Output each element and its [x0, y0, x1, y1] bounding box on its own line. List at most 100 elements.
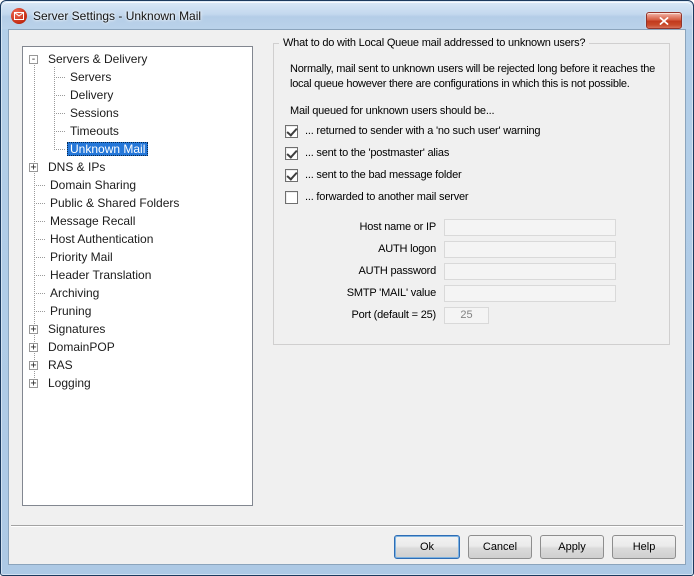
apply-button[interactable]: Apply: [540, 535, 604, 559]
tree-item-label: Pruning: [47, 304, 94, 318]
tree-item-label: Host Authentication: [47, 232, 156, 246]
tree-expander-icon[interactable]: +: [29, 325, 38, 334]
settings-tree: - Servers & Delivery Servers Delivery: [22, 46, 253, 506]
tree-item[interactable]: Pruning: [23, 302, 252, 320]
tree-expander-icon[interactable]: +: [29, 361, 38, 370]
tree-expander-icon[interactable]: -: [29, 55, 38, 64]
field-row: Host name or IP: [284, 216, 616, 238]
tree-item[interactable]: Domain Sharing: [23, 176, 252, 194]
groupbox-title: What to do with Local Queue mail address…: [279, 37, 589, 49]
tree-item[interactable]: Unknown Mail: [23, 140, 252, 158]
tree-item[interactable]: Archiving: [23, 284, 252, 302]
field-row: Port (default = 25): [284, 304, 616, 326]
checkbox[interactable]: [285, 125, 298, 138]
description-text: Normally, mail sent to unknown users wil…: [290, 62, 674, 91]
close-button[interactable]: [646, 12, 682, 29]
window-title: Server Settings - Unknown Mail: [33, 9, 201, 23]
field-row: AUTH logon: [284, 238, 616, 260]
tree-item[interactable]: Header Translation: [23, 266, 252, 284]
field-label: Port (default = 25): [284, 309, 436, 321]
tree-item-label: Logging: [45, 376, 94, 390]
checkbox[interactable]: [285, 147, 298, 160]
field-row: AUTH password: [284, 260, 616, 282]
cancel-button[interactable]: Cancel: [468, 535, 532, 559]
tree-expander-icon[interactable]: +: [29, 379, 38, 388]
ok-button[interactable]: Ok: [394, 535, 460, 559]
title-bar[interactable]: Server Settings - Unknown Mail: [2, 2, 692, 29]
checkbox-row[interactable]: ... sent to the 'postmaster' alias: [285, 142, 540, 164]
port-field[interactable]: [444, 307, 489, 324]
tree-item-label: DomainPOP: [45, 340, 118, 354]
checkbox[interactable]: [285, 191, 298, 204]
tree-item-label: Timeouts: [67, 124, 122, 138]
tree-expander-icon[interactable]: +: [29, 343, 38, 352]
dialog-client-area: - Servers & Delivery Servers Delivery: [8, 29, 686, 565]
tree-connector-stub: [34, 221, 46, 222]
tree-item-label: Servers & Delivery: [45, 52, 150, 66]
checkbox-label: ... forwarded to another mail server: [305, 191, 468, 203]
field-row: SMTP 'MAIL' value: [284, 282, 616, 304]
separator-line: [11, 525, 683, 527]
tree-item[interactable]: Delivery: [23, 86, 252, 104]
tree-item[interactable]: - Servers & Delivery: [23, 50, 252, 68]
help-button[interactable]: Help: [612, 535, 676, 559]
tree-connector-stub: [34, 311, 46, 312]
dialog-buttons: Ok Cancel Apply Help: [394, 535, 676, 559]
auth-logon-field[interactable]: [444, 241, 616, 258]
envelope-icon: [14, 12, 24, 20]
checkbox-label: ... sent to the 'postmaster' alias: [305, 147, 449, 159]
auth-password-field[interactable]: [444, 263, 616, 280]
tree-connector-stub: [34, 275, 46, 276]
mdaemon-mail-icon: [11, 8, 27, 24]
tree-connector-stub: [54, 95, 66, 96]
queued-label: Mail queued for unknown users should be.…: [290, 105, 494, 117]
field-label: AUTH logon: [284, 243, 436, 255]
tree-connector-stub: [54, 113, 66, 114]
tree-item-label: Header Translation: [47, 268, 154, 282]
tree-item-label: Message Recall: [47, 214, 138, 228]
tree-connector-stub: [54, 131, 66, 132]
close-icon: [659, 17, 669, 25]
tree-connector-stub: [54, 149, 66, 150]
tree-item-label: Archiving: [47, 286, 102, 300]
checkbox-label: ... sent to the bad message folder: [305, 169, 461, 181]
tree-item[interactable]: + Logging: [23, 374, 252, 392]
tree-connector-stub: [34, 293, 46, 294]
tree-item[interactable]: Timeouts: [23, 122, 252, 140]
tree-item[interactable]: Servers: [23, 68, 252, 86]
tree-item-label: DNS & IPs: [45, 160, 108, 174]
tree-item-label: Delivery: [67, 88, 116, 102]
tree-item-label: Public & Shared Folders: [47, 196, 182, 210]
tree-item[interactable]: Public & Shared Folders: [23, 194, 252, 212]
checkbox-row[interactable]: ... forwarded to another mail server: [285, 186, 540, 208]
tree-item-label: RAS: [45, 358, 76, 372]
forward-server-fields: Host name or IP AUTH logon AUTH password…: [284, 216, 616, 326]
tree-item[interactable]: Message Recall: [23, 212, 252, 230]
smtp-mail-value-field[interactable]: [444, 285, 616, 302]
field-label: SMTP 'MAIL' value: [284, 287, 436, 299]
checkbox[interactable]: [285, 169, 298, 182]
tree-expander-icon[interactable]: +: [29, 163, 38, 172]
tree-connector-stub: [34, 185, 46, 186]
tree-item[interactable]: Host Authentication: [23, 230, 252, 248]
tree-connector-stub: [34, 203, 46, 204]
dialog-window: Server Settings - Unknown Mail - Servers…: [0, 0, 694, 576]
tree-item-label: Priority Mail: [47, 250, 116, 264]
checkbox-row[interactable]: ... sent to the bad message folder: [285, 164, 540, 186]
tree-connector-stub: [34, 257, 46, 258]
field-label: Host name or IP: [284, 221, 436, 233]
tree-item[interactable]: Priority Mail: [23, 248, 252, 266]
tree-item[interactable]: + Signatures: [23, 320, 252, 338]
tree-connector-stub: [54, 77, 66, 78]
checkbox-row[interactable]: ... returned to sender with a 'no such u…: [285, 120, 540, 142]
field-label: AUTH password: [284, 265, 436, 277]
tree-item-label: Unknown Mail: [67, 142, 148, 156]
tree-item[interactable]: Sessions: [23, 104, 252, 122]
tree-item-label: Servers: [67, 70, 114, 84]
tree-item[interactable]: + DNS & IPs: [23, 158, 252, 176]
tree-item-label: Signatures: [45, 322, 108, 336]
tree-item[interactable]: + RAS: [23, 356, 252, 374]
checkbox-group: ... returned to sender with a 'no such u…: [285, 120, 540, 208]
tree-item[interactable]: + DomainPOP: [23, 338, 252, 356]
host-name-or-ip-field[interactable]: [444, 219, 616, 236]
